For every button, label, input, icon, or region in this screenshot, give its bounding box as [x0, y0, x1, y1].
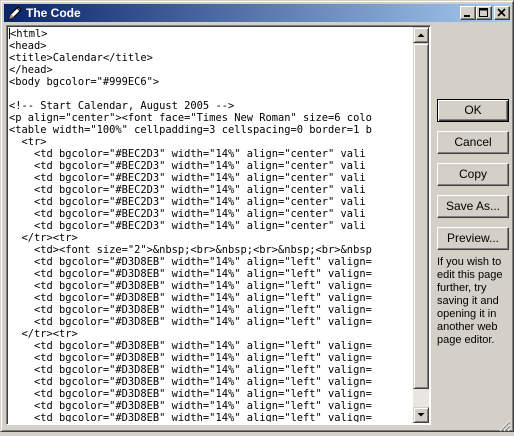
- code-line: <td bgcolor="#BEC2D3" width="14%" align=…: [9, 196, 366, 208]
- minimize-icon: [464, 15, 470, 17]
- save-as-label: Save As...: [445, 199, 501, 213]
- code-line: <td bgcolor="#BEC2D3" width="14%" align=…: [9, 184, 366, 196]
- maximize-button[interactable]: [476, 6, 492, 20]
- code-line: <td bgcolor="#BEC2D3" width="14%" align=…: [9, 172, 366, 184]
- scroll-down-button[interactable]: [413, 407, 429, 423]
- code-line: <td bgcolor="#BEC2D3" width="14%" align=…: [9, 148, 366, 160]
- maximize-icon: [479, 8, 488, 17]
- code-line: <td bgcolor="#D3D8EB" width="14%" align=…: [9, 256, 372, 268]
- pen-icon: [7, 5, 23, 21]
- window-title: The Code: [26, 6, 81, 20]
- code-line: <td><font size="2">&nbsp;<br>&nbsp;<br>&…: [9, 244, 372, 256]
- code-line: <td bgcolor="#BEC2D3" width="14%" align=…: [9, 160, 366, 172]
- code-line: <td bgcolor="#D3D8EB" width="14%" align=…: [9, 340, 372, 352]
- code-line: </tr><tr>: [9, 232, 78, 244]
- cancel-button[interactable]: Cancel: [437, 131, 509, 154]
- code-line: <td bgcolor="#D3D8EB" width="14%" align=…: [9, 292, 372, 304]
- code-textarea[interactable]: <html> <head> <title>Calendar</title> </hea…: [6, 25, 431, 425]
- code-text[interactable]: <html> <head> <title>Calendar</title> </hea…: [9, 28, 416, 422]
- code-line: </tr><tr>: [9, 328, 78, 340]
- close-button[interactable]: [494, 6, 510, 20]
- scroll-thumb[interactable]: [413, 43, 429, 389]
- code-line: <td bgcolor="#BEC2D3" width="14%" align=…: [9, 220, 366, 232]
- scroll-up-button[interactable]: [413, 27, 429, 43]
- arrow-up-icon: [417, 33, 425, 37]
- hint-text: If you wish to edit this page further, t…: [437, 256, 503, 346]
- code-line: <tr>: [9, 136, 47, 148]
- code-line: <td bgcolor="#D3D8EB" width="14%" align=…: [9, 412, 372, 422]
- vertical-scrollbar[interactable]: [413, 27, 429, 423]
- code-dialog: The Code <html> <head> <title>Calendar</ti…: [0, 0, 514, 432]
- save-as-button[interactable]: Save As...: [437, 195, 509, 218]
- code-line: <td bgcolor="#D3D8EB" width="14%" align=…: [9, 268, 372, 280]
- title-bar[interactable]: The Code: [4, 4, 510, 22]
- code-line: <body bgcolor="#999EC6">: [9, 76, 160, 88]
- code-line-text: <html>: [10, 28, 48, 40]
- code-line: <td bgcolor="#D3D8EB" width="14%" align=…: [9, 376, 372, 388]
- code-line: <td bgcolor="#D3D8EB" width="14%" align=…: [9, 352, 372, 364]
- code-line: <td bgcolor="#BEC2D3" width="14%" align=…: [9, 208, 366, 220]
- code-line: <head>: [9, 40, 47, 52]
- minimize-button[interactable]: [460, 6, 476, 20]
- code-line: <td bgcolor="#D3D8EB" width="14%" align=…: [9, 316, 372, 328]
- copy-label: Copy: [458, 167, 487, 181]
- cancel-label: Cancel: [454, 135, 492, 149]
- resize-grip-icon[interactable]: [499, 417, 511, 432]
- preview-label: Preview...: [446, 231, 500, 245]
- code-line: <td bgcolor="#D3D8EB" width="14%" align=…: [9, 364, 372, 376]
- code-line: <title>Calendar</title>: [9, 52, 153, 64]
- preview-button[interactable]: Preview...: [437, 227, 509, 250]
- close-icon: [497, 8, 506, 17]
- code-line: <td bgcolor="#D3D8EB" width="14%" align=…: [9, 400, 372, 412]
- copy-button[interactable]: Copy: [437, 163, 509, 186]
- code-line: <!-- Start Calendar, August 2005 -->: [9, 100, 235, 112]
- code-line: <p align="center"><font face="Times New …: [9, 112, 372, 124]
- code-line: <table width="100%" cellpadding=3 cellsp…: [9, 124, 372, 136]
- ok-button[interactable]: OK: [437, 99, 509, 122]
- code-line: <td bgcolor="#D3D8EB" width="14%" align=…: [9, 280, 372, 292]
- code-line: <html>: [9, 28, 416, 40]
- code-line: <td bgcolor="#D3D8EB" width="14%" align=…: [9, 388, 372, 400]
- code-line: </head>: [9, 64, 53, 76]
- code-line: <td bgcolor="#D3D8EB" width="14%" align=…: [9, 304, 372, 316]
- ok-label: OK: [464, 103, 482, 117]
- arrow-down-icon: [417, 413, 425, 417]
